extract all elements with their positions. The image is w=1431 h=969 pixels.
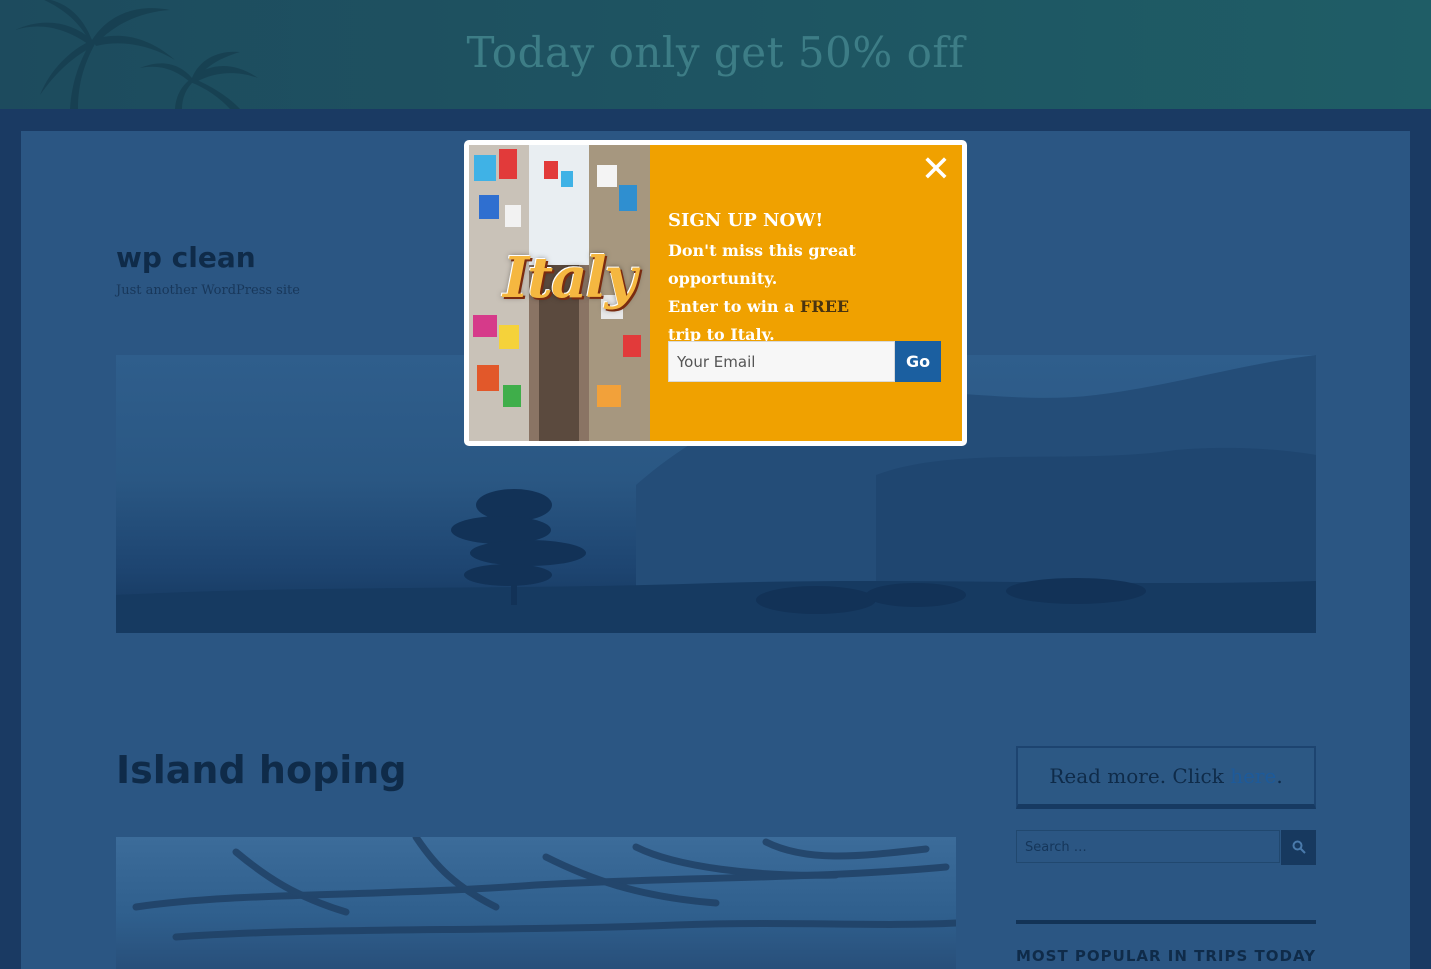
go-button[interactable]: Go bbox=[895, 341, 941, 382]
popup-line-2-prefix: Enter to win a bbox=[668, 297, 801, 316]
search-icon bbox=[1292, 840, 1306, 854]
close-popup-button[interactable]: ✕ bbox=[919, 152, 953, 188]
site-tagline: Just another WordPress site bbox=[116, 283, 300, 298]
read-more-link[interactable]: here bbox=[1230, 764, 1276, 788]
signup-popup: Italy ✕ SIGN UP NOW! Don't miss this gre… bbox=[464, 140, 967, 446]
signup-popup-body: Italy ✕ SIGN UP NOW! Don't miss this gre… bbox=[469, 145, 962, 441]
site-title[interactable]: wp clean bbox=[116, 241, 256, 274]
close-icon: ✕ bbox=[920, 149, 952, 190]
popup-line-1: Don't miss this great opportunity. bbox=[668, 241, 856, 288]
read-more-suffix: . bbox=[1276, 764, 1283, 788]
popup-headline: SIGN UP NOW! bbox=[668, 210, 824, 231]
post-featured-image[interactable] bbox=[116, 837, 956, 969]
read-more-text: Read more. Click bbox=[1049, 764, 1231, 788]
popup-line-2: Enter to win a FREE bbox=[668, 293, 958, 321]
email-field[interactable] bbox=[668, 341, 895, 382]
email-signup-form: Go bbox=[668, 341, 941, 382]
popup-free-emphasis: FREE bbox=[800, 297, 850, 316]
widget-divider bbox=[1016, 920, 1316, 924]
popup-message: SIGN UP NOW! Don't miss this great oppor… bbox=[668, 205, 958, 349]
search-button[interactable] bbox=[1281, 830, 1316, 865]
italy-logo-text: Italy bbox=[503, 245, 637, 311]
search-input[interactable]: Search … bbox=[1016, 830, 1280, 863]
driftwood-illustration bbox=[132, 837, 956, 941]
post-title[interactable]: Island hoping bbox=[116, 748, 407, 792]
italy-street-photo: Italy bbox=[469, 145, 650, 441]
promo-banner: Today only get 50% off bbox=[0, 0, 1431, 109]
read-more-widget: Read more. Click here. bbox=[1016, 746, 1316, 809]
promo-banner-text: Today only get 50% off bbox=[466, 28, 965, 77]
popular-widget-heading: MOST POPULAR IN TRIPS TODAY bbox=[1016, 947, 1317, 965]
sidebar-search: Search … bbox=[1016, 830, 1316, 865]
